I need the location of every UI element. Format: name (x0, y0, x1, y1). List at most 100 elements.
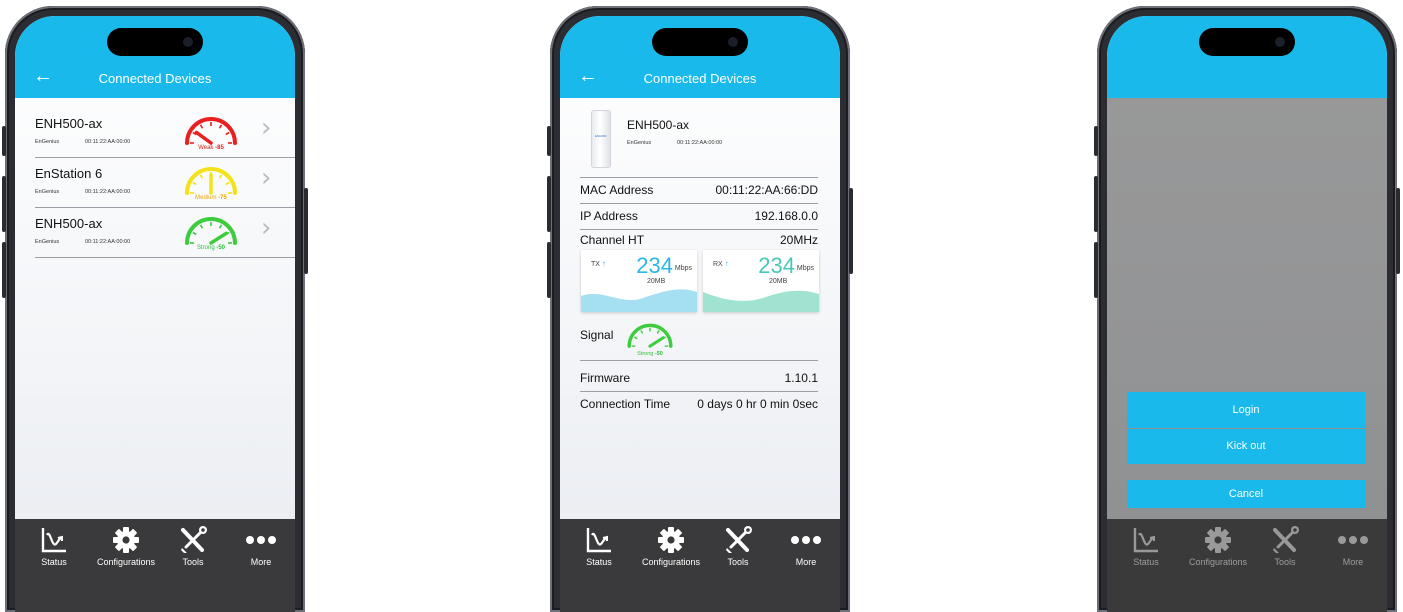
signal-strength-text: Medium (195, 195, 217, 201)
phone-device-detail: ← Connected Devices ENH500 ENH500-ax EnG… (547, 6, 853, 612)
tab-more[interactable]: More (226, 519, 295, 579)
more-dots-icon (791, 536, 821, 544)
page-title: Connected Devices (98, 71, 212, 86)
device-mac: 00:11:22:AA:00:00 (85, 239, 131, 245)
gauge-tick (192, 181, 197, 186)
signal-row: Signal Strong -50 (580, 314, 818, 361)
signal-gauge-icon: Strong -50 (624, 318, 676, 358)
device-image-label: ENH500 (595, 134, 607, 138)
arrow-up-icon: ↑ (601, 259, 606, 268)
tab-label: Configurations (96, 557, 156, 567)
connection-time-value: 0 days 0 hr 0 min 0sec (697, 397, 818, 411)
screen: ← Connected Devices ENH500-ax EnGenius 0… (15, 16, 295, 612)
status-chart-icon (586, 528, 611, 553)
dynamic-island (107, 28, 203, 56)
signal-dbm: -85 (215, 145, 224, 151)
gauge-tick (218, 124, 223, 129)
firmware-value: 1.10.1 (784, 371, 818, 385)
gauge-tick (225, 181, 230, 186)
signal-gauge-label: Strong -50 (624, 351, 676, 357)
tab-label: Status (586, 557, 612, 567)
signal-gauge-icon: Medium -75 (181, 162, 241, 202)
signal-gauge-icon: Weak -85 (181, 112, 241, 152)
ip-address-value: 192.168.0.0 (754, 209, 818, 223)
mute-switch (2, 126, 6, 156)
tab-label: Tools (182, 557, 204, 567)
gear-icon (658, 527, 684, 553)
chevron-right-icon: › (261, 163, 272, 193)
device-image: ENH500 (591, 110, 611, 168)
list-item[interactable]: ENH500-ax EnGenius 00:11:22:AA:00:00 Wea… (35, 108, 295, 158)
gauge-tick (633, 336, 638, 340)
gauge-needle (648, 336, 665, 348)
tx-value: 234 (636, 253, 673, 278)
signal-dbm: -50 (654, 351, 663, 357)
mute-switch (547, 126, 551, 156)
status-chart-icon (41, 528, 66, 553)
gauge-tick (225, 131, 230, 136)
phone-action-sheet: Status Configurations Tools More Login K… (1094, 6, 1400, 612)
tab-label: Configurations (641, 557, 701, 567)
rx-rate-card: RX ↑ 234 Mbps 20MB (703, 250, 819, 312)
gauge-tick (199, 224, 204, 229)
kick-out-button[interactable]: Kick out (1127, 429, 1365, 464)
cancel-button[interactable]: Cancel (1127, 480, 1365, 508)
device-name: ENH500-ax (35, 216, 103, 231)
arrow-up-icon: ↑ (724, 259, 729, 268)
signal-label: Weak -85 (181, 145, 241, 151)
dynamic-island (652, 28, 748, 56)
tab-tools[interactable]: Tools (703, 519, 773, 579)
volume-down-button (1094, 242, 1098, 298)
device-mac: 00:11:22:AA:00:00 (85, 139, 131, 145)
rx-label: RX ↑ (713, 259, 729, 268)
volume-down-button (547, 242, 551, 298)
camera-icon (183, 37, 193, 47)
device-name: ENH500-ax (627, 118, 690, 132)
volume-up-button (2, 176, 6, 232)
channel-ht-label: Channel HT (580, 233, 645, 247)
chevron-right-icon: › (261, 113, 272, 143)
tab-bar: Status Configurations Tools More (560, 519, 840, 612)
tab-configurations[interactable]: Configurations (91, 519, 161, 579)
tab-configurations[interactable]: Configurations (636, 519, 706, 579)
signal-strength-text: Weak (198, 145, 214, 151)
tab-status[interactable]: Status (564, 519, 634, 579)
modal-backdrop[interactable] (1107, 98, 1387, 612)
signal-label: Medium -75 (181, 195, 241, 201)
tab-label: More (250, 557, 272, 567)
list-item[interactable]: ENH500-ax EnGenius 00:11:22:AA:00:00 Str… (35, 208, 295, 258)
signal-strength-text: Strong (196, 245, 215, 251)
login-button[interactable]: Login (1127, 392, 1365, 428)
list-item[interactable]: EnStation 6 EnGenius 00:11:22:AA:00:00 M… (35, 158, 295, 208)
gauge-tick (218, 224, 223, 229)
tx-rate-card: TX ↑ 234 Mbps 20MB (581, 250, 697, 312)
dynamic-island (1199, 28, 1295, 56)
signal-dbm: -75 (218, 195, 227, 201)
device-vendor: EnGenius (35, 239, 60, 245)
tx-wave (581, 289, 697, 312)
gauge-tick (640, 330, 644, 334)
screen: Status Configurations Tools More Login K… (1107, 16, 1387, 612)
device-mac: 00:11:22:AA:00:00 (85, 189, 131, 195)
tab-tools[interactable]: Tools (158, 519, 228, 579)
tab-more[interactable]: More (771, 519, 840, 579)
device-mac: 00:11:22:AA:00:00 (677, 140, 723, 146)
power-button (304, 188, 308, 274)
more-dots-icon (246, 536, 276, 544)
tab-status[interactable]: Status (19, 519, 89, 579)
gauge-needle (209, 231, 228, 245)
camera-icon (1275, 37, 1285, 47)
rx-wave (703, 290, 819, 312)
firmware-row: Firmware 1.10.1 (580, 366, 818, 392)
tx-label: TX ↑ (591, 259, 606, 268)
connection-time-row: Connection Time 0 days 0 hr 0 min 0sec (580, 392, 818, 418)
tx-unit: Mbps (674, 265, 692, 272)
tab-bar: Status Configurations Tools More (15, 519, 295, 612)
tools-icon (726, 526, 752, 553)
signal-gauge-icon: Strong -50 (181, 212, 241, 252)
tab-label: Status (41, 557, 67, 567)
firmware-label: Firmware (580, 371, 630, 385)
gauge-tick (656, 330, 660, 334)
device-vendor: EnGenius (35, 189, 60, 195)
volume-up-button (547, 176, 551, 232)
